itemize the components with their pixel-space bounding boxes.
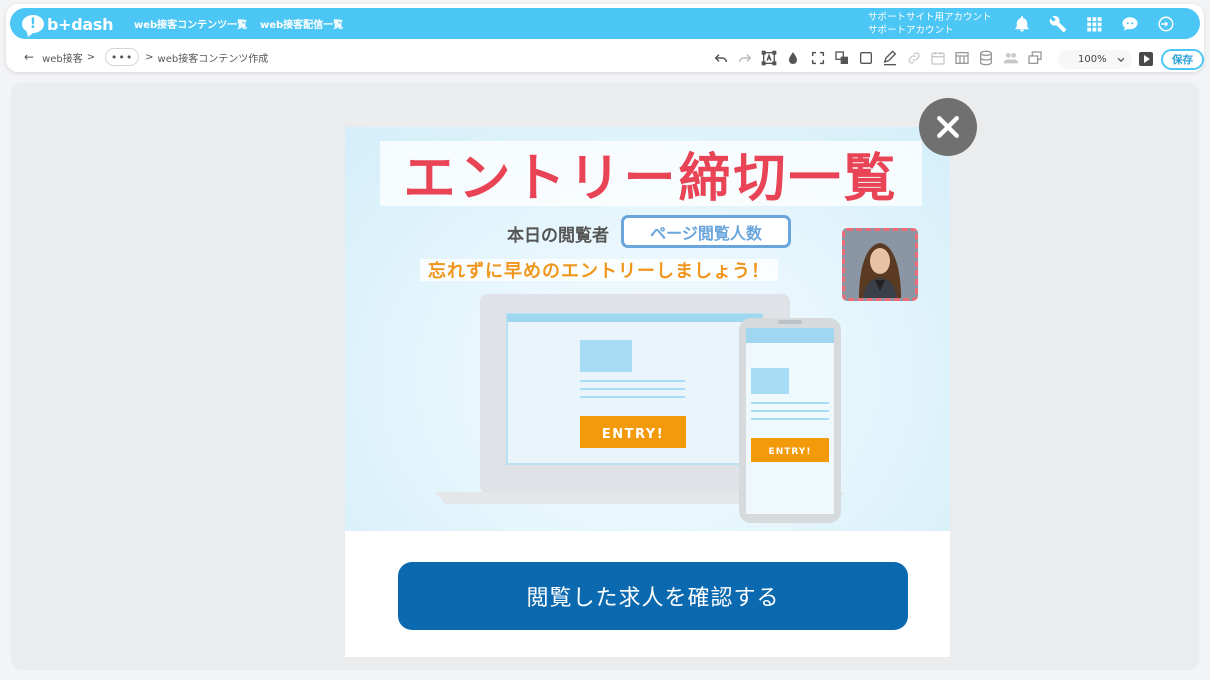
logo-bubble-icon: ! (22, 15, 44, 33)
viewer-label: 本日の閲覧者 (507, 226, 609, 246)
resize-icon[interactable] (809, 49, 827, 67)
account-name: サポートアカウント (868, 25, 954, 36)
chat-bot-icon[interactable] (1119, 13, 1141, 35)
logo-text: b+dash (47, 14, 114, 34)
undo-icon[interactable] (712, 49, 730, 67)
nav-web-content-list[interactable]: web接客コンテンツ一覧 (134, 16, 247, 31)
close-button[interactable] (919, 98, 977, 156)
popup-banner[interactable]: エントリー締切一覧 本日の閲覧者 ページ閲覧人数 忘れずに早めのエントリーしまし… (345, 127, 950, 531)
back-arrow-icon[interactable]: ← (24, 50, 34, 64)
web-content-popup: エントリー締切一覧 本日の閲覧者 ページ閲覧人数 忘れずに早めのエントリーしまし… (345, 127, 950, 657)
avatar-image[interactable] (842, 228, 918, 301)
laptop-entry-label: ENTRY! (602, 427, 664, 442)
zoom-select[interactable]: 100% (1058, 50, 1132, 69)
rectangle-icon[interactable] (857, 49, 875, 67)
phone-screen (746, 328, 834, 514)
close-icon (937, 116, 959, 138)
wrench-icon[interactable] (1047, 13, 1069, 35)
users-icon[interactable] (1002, 49, 1020, 67)
fill-drop-icon[interactable] (784, 49, 802, 67)
calendar-icon[interactable] (929, 49, 947, 67)
phone-entry-label: ENTRY! (769, 447, 812, 457)
app-header: ! b+dash web接客コンテンツ一覧 web接客配信一覧 サポートサイト用… (6, 4, 1204, 72)
breadcrumb-separator: > (145, 51, 154, 63)
person-photo-icon (845, 231, 915, 298)
link-icon[interactable] (905, 49, 923, 67)
table-icon[interactable] (953, 49, 971, 67)
nav-web-delivery-list[interactable]: web接客配信一覧 (260, 16, 343, 31)
logout-icon[interactable] (1155, 13, 1177, 35)
redo-icon[interactable] (736, 49, 754, 67)
top-bar: ! b+dash web接客コンテンツ一覧 web接客配信一覧 サポートサイト用… (10, 8, 1200, 39)
zoom-value: 100% (1078, 54, 1107, 65)
breadcrumb-current: web接客コンテンツ作成 (157, 53, 269, 65)
breadcrumb-root[interactable]: web接客 (42, 50, 83, 65)
account-site-label: サポートサイト用アカウント (868, 12, 992, 23)
pen-icon[interactable] (881, 49, 899, 67)
account-info[interactable]: サポートサイト用アカウント サポートアカウント (868, 11, 992, 37)
text-frame-icon[interactable] (760, 49, 778, 67)
bell-icon[interactable] (1011, 13, 1033, 35)
popup-title: エントリー締切一覧 (403, 149, 899, 209)
preview-play-button[interactable] (1139, 52, 1153, 66)
copy-icon[interactable] (1026, 49, 1044, 67)
cta-button[interactable]: 閲覧した求人を確認する (398, 562, 908, 630)
popup-message: 忘れずに早めのエントリーしましょう！ (420, 259, 778, 282)
breadcrumb: ← web接客 > ••• > web接客コンテンツ作成 (24, 46, 268, 68)
database-icon[interactable] (977, 49, 995, 67)
breadcrumb-ellipsis-button[interactable]: ••• (105, 48, 140, 66)
apps-grid-icon[interactable] (1083, 13, 1105, 35)
layer-icon[interactable] (833, 49, 851, 67)
chevron-down-icon (1117, 57, 1125, 62)
device-illustration: ENTRY! ENTRY! (435, 294, 845, 523)
title-box: エントリー締切一覧 (380, 141, 922, 209)
save-button[interactable]: 保存 (1161, 49, 1204, 70)
breadcrumb-separator: > (86, 51, 96, 63)
app-logo[interactable]: ! b+dash (22, 13, 114, 35)
viewer-count-box[interactable]: ページ閲覧人数 (621, 215, 791, 248)
